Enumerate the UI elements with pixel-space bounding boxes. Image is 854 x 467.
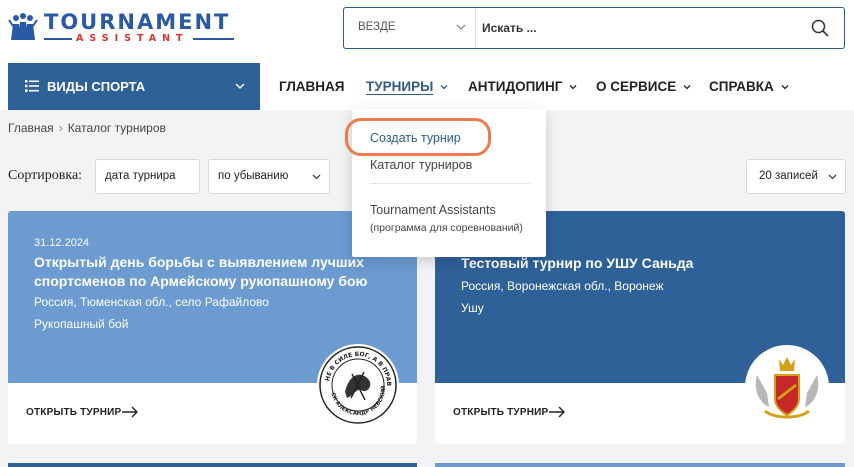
highlight-annotation [345, 118, 491, 156]
sports-menu-label: ВИДЫ СПОРТА [47, 79, 146, 94]
chevron-down-icon[interactable] [455, 21, 467, 33]
sort-order-value: по убыванию [218, 170, 289, 182]
chevron-down-icon [683, 85, 691, 90]
nav-item-label: АНТИДОПИНГ [468, 79, 563, 94]
nav-item-label: ТУРНИРЫ [366, 79, 434, 94]
list-icon [25, 80, 39, 92]
open-tournament-button[interactable]: ОТКРЫТЬ ТУРНИР [453, 407, 548, 418]
nav-item-about[interactable]: О СЕРВИСЕ [596, 79, 692, 94]
breadcrumb-separator-icon: › [58, 121, 63, 135]
dropdown-item-subtitle: (программа для соревнований) [370, 222, 523, 234]
search-scope-select[interactable]: ВЕЗДЕ [358, 21, 396, 33]
arrow-right-icon[interactable] [548, 406, 566, 418]
dropdown-item-catalog[interactable]: Каталог турниров [370, 158, 472, 172]
search-bar: ВЕЗДЕ [343, 7, 845, 49]
nav-item-tournaments[interactable]: ТУРНИРЫ [366, 79, 449, 94]
per-page-value: 20 записей [759, 170, 818, 182]
per-page-select[interactable]: 20 записей [746, 159, 846, 194]
nav-item-help[interactable]: СПРАВКА [709, 79, 790, 94]
coat-of-arms-icon [745, 345, 829, 429]
nav-item-home[interactable]: ГЛАВНАЯ [279, 79, 345, 94]
nav-item-antidoping[interactable]: АНТИДОПИНГ [468, 79, 578, 94]
sort-field-select[interactable]: дата турнира [95, 159, 200, 194]
card-date: 31.12.2024 [34, 237, 90, 249]
search-divider [475, 8, 476, 48]
people-trophy-icon [8, 13, 38, 40]
breadcrumb: Главная › Каталог турниров [8, 121, 166, 135]
sports-menu-button[interactable]: ВИДЫ СПОРТА [8, 63, 260, 110]
chevron-down-icon [312, 174, 321, 180]
main-nav: ВИДЫ СПОРТА ГЛАВНАЯ ТУРНИРЫ АНТИДОПИНГ О… [0, 63, 854, 110]
chevron-down-icon [569, 85, 577, 90]
card-location: Россия, Тюменская обл., село Рафайлово [34, 295, 269, 309]
next-card-top [435, 463, 845, 467]
breadcrumb-current: Каталог турниров [67, 121, 166, 135]
search-input[interactable] [482, 17, 802, 39]
next-card-top [8, 463, 417, 467]
dropdown-divider [370, 183, 530, 184]
logo-subtitle: ASSISTANT [72, 33, 193, 44]
card-location: Россия, Воронежская обл., Воронеж [461, 279, 664, 293]
card-title[interactable]: Открытый день борьбы с выявлением лучших… [34, 253, 374, 291]
card-sport: Ушу [461, 301, 484, 315]
nav-item-label: СПРАВКА [709, 79, 774, 94]
sort-label: Сортировка: [8, 168, 83, 183]
club-seal-icon: НЕ В СИЛЕ БОГ, А В ПРАВДЕ СК АЛЕКСАНДР Н… [314, 339, 399, 426]
dropdown-item-tournament-assistants[interactable]: Tournament Assistants [370, 203, 496, 217]
logo-title: TOURNAMENT [44, 10, 231, 34]
chevron-down-icon [828, 174, 837, 180]
breadcrumb-home[interactable]: Главная [8, 121, 54, 135]
chevron-down-icon [235, 83, 245, 90]
sort-field-value: дата турнира [105, 170, 176, 182]
card-sport: Рукопашный бой [34, 317, 129, 331]
open-tournament-button[interactable]: ОТКРЫТЬ ТУРНИР [26, 407, 121, 418]
chevron-down-icon [781, 85, 789, 90]
search-icon[interactable] [810, 18, 830, 38]
sort-order-select[interactable]: по убыванию [208, 159, 330, 194]
nav-item-label: ГЛАВНАЯ [279, 79, 345, 94]
arrow-right-icon[interactable] [121, 406, 139, 418]
logo[interactable]: TOURNAMENT ASSISTANT [8, 10, 238, 46]
nav-item-label: О СЕРВИСЕ [596, 79, 677, 94]
chevron-down-icon [440, 85, 448, 90]
site-header: TOURNAMENT ASSISTANT ВЕЗДЕ [0, 0, 854, 63]
